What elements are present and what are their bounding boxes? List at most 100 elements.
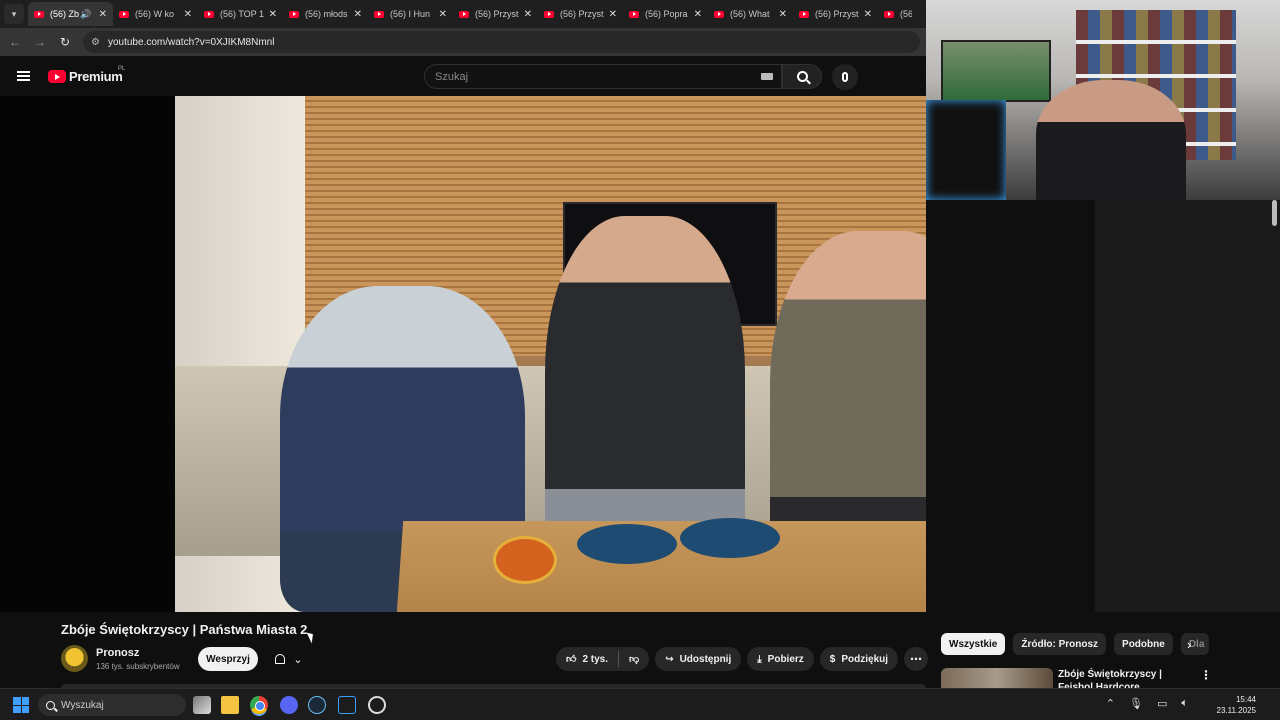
forward-arrow-icon[interactable]: → (30, 35, 50, 49)
close-tab-icon[interactable]: ✕ (99, 9, 107, 20)
app-icon[interactable] (338, 696, 356, 714)
thumbs-down-icon: 👎︎ (629, 654, 640, 665)
youtube-favicon-icon (289, 10, 299, 18)
browser-tab-strip: ▾ (56) Zb 🔊 ✕ (56) W ko ✕ (56) TOP 1 ✕ (56… (0, 0, 926, 28)
browser-tab[interactable]: (56) Popra ✕ (623, 2, 708, 26)
video-plate (577, 524, 677, 564)
channel-avatar[interactable] (61, 645, 88, 672)
video-player[interactable] (0, 96, 926, 612)
tab-title: (56) What (730, 9, 770, 19)
tab-title: (56) Przyst (475, 9, 519, 19)
download-button[interactable]: ⤓ Pobierz (747, 647, 814, 671)
taskbar-search-label: Wyszukaj (61, 699, 104, 711)
back-arrow-icon[interactable]: ← (5, 35, 25, 49)
chip-source[interactable]: Źródło: Pronosz (1013, 633, 1107, 655)
task-view-icon[interactable] (193, 696, 211, 714)
clock[interactable]: 15:44 23.11.2025 (1217, 694, 1256, 716)
video-frame[interactable] (175, 96, 926, 612)
steam-icon[interactable] (308, 696, 326, 714)
browser-tab[interactable]: (56) Na (878, 2, 918, 26)
video-title: Zbóje Świętokrzyscy | Państwa Miasta 2 (61, 622, 308, 637)
recommendation-thumbnail[interactable] (941, 668, 1053, 688)
tab-title: (56) Popra (645, 9, 688, 19)
windows-taskbar: Wyszukaj ⌃ 🎙︎ ▭ 🔈︎ 15:44 23.11.2025 (0, 688, 1280, 720)
video-actions: 👍︎ 2 tys. 👎︎ ↪ Udostępnij ⤓ Pobierz $ Podzię… (556, 647, 929, 671)
discord-icon[interactable] (280, 696, 298, 714)
search-icon (796, 71, 808, 82)
youtube-favicon-icon (714, 10, 724, 18)
close-tab-icon[interactable]: ✕ (269, 9, 277, 20)
thanks-button[interactable]: $ Podziękuj (819, 647, 899, 671)
chevron-down-icon: ⌄ (293, 653, 303, 666)
page-scrollbar[interactable] (1272, 200, 1277, 226)
menu-icon[interactable] (17, 71, 30, 81)
youtube-logo[interactable]: Premium PL (48, 66, 126, 84)
chip-similar[interactable]: Podobne (1114, 633, 1173, 655)
chevron-up-icon[interactable]: ⌃ (1106, 697, 1115, 710)
browser-tab[interactable]: (56) Przyst ✕ (793, 2, 878, 26)
close-tab-icon[interactable]: ✕ (864, 9, 872, 20)
tab-title: (56) Przyst (560, 9, 604, 19)
channel-name[interactable]: Pronosz (96, 647, 139, 659)
network-icon[interactable]: ▭ (1157, 697, 1167, 710)
tab-title: (56) Zb (50, 9, 80, 19)
bell-icon (275, 654, 286, 664)
chip-for-you[interactable]: Dla (1180, 633, 1209, 655)
keyboard-icon[interactable] (761, 73, 773, 80)
close-tab-icon[interactable]: ✕ (354, 9, 362, 20)
close-tab-icon[interactable]: ✕ (779, 9, 787, 20)
browser-tab[interactable]: (56) I Hun ✕ (368, 2, 453, 26)
dislike-button[interactable]: 👎︎ (619, 653, 649, 665)
filter-chips: Wszystkie Źródło: Pronosz Podobne Dla (941, 633, 1209, 655)
like-count: 2 tys. (582, 653, 609, 665)
recommendation-menu-icon[interactable]: ⋮ (1200, 668, 1212, 682)
obs-icon[interactable] (368, 696, 386, 714)
more-actions-button[interactable]: ⋯ (904, 647, 929, 671)
browser-tab[interactable]: (56) młods ✕ (283, 2, 368, 26)
youtube-favicon-icon (544, 10, 554, 18)
speaker-icon[interactable]: 🔊 (80, 9, 91, 20)
browser-tab[interactable]: (56) Zb 🔊 ✕ (28, 2, 113, 26)
browser-tab[interactable]: (56) What ✕ (708, 2, 793, 26)
url-field[interactable]: ⚙ youtube.com/watch?v=0XJIKM8Nmnl (83, 31, 920, 53)
close-tab-icon[interactable]: ✕ (439, 9, 447, 20)
webcam-aquarium (941, 40, 1051, 102)
share-button[interactable]: ↪ Udostępnij (655, 647, 742, 671)
microphone-icon (842, 72, 848, 82)
system-tray: ⌃ 🎙︎ ▭ 🔈︎ (1106, 697, 1188, 710)
download-icon: ⤓ (757, 653, 762, 665)
chevron-right-icon[interactable]: › (1187, 637, 1191, 652)
voice-search-button[interactable] (832, 64, 858, 90)
site-info-icon[interactable]: ⚙ (91, 37, 100, 48)
browser-tab[interactable]: (56) W ko ✕ (113, 2, 198, 26)
close-tab-icon[interactable]: ✕ (609, 9, 617, 20)
chip-all[interactable]: Wszystkie (941, 633, 1006, 655)
search-button[interactable] (782, 64, 822, 89)
like-dislike-group: 👍︎ 2 tys. 👎︎ (556, 647, 650, 671)
volume-icon[interactable]: 🔈︎ (1181, 697, 1188, 710)
country-code: PL (118, 66, 126, 72)
support-button[interactable]: Wesprzyj (198, 647, 258, 671)
close-tab-icon[interactable]: ✕ (184, 9, 192, 20)
windows-start-icon[interactable] (13, 697, 29, 713)
youtube-header: Premium PL Szukaj (0, 56, 926, 96)
close-tab-icon[interactable]: ✕ (524, 9, 532, 20)
browser-tab[interactable]: (56) Przyst ✕ (538, 2, 623, 26)
thanks-icon: $ (829, 653, 836, 665)
download-label: Pobierz (767, 653, 804, 665)
taskbar-search[interactable]: Wyszukaj (38, 694, 186, 716)
tab-title: (56) W ko (135, 9, 175, 19)
search-placeholder: Szukaj (435, 70, 469, 83)
close-tab-icon[interactable]: ✕ (694, 9, 702, 20)
recommendation-title[interactable]: Zbóje Świętokrzyscy | Fejsbol Hardcore (1058, 668, 1184, 688)
microphone-icon[interactable]: 🎙︎ (1129, 697, 1143, 710)
tab-search-button[interactable]: ▾ (4, 4, 24, 24)
browser-tab[interactable]: (56) Przyst ✕ (453, 2, 538, 26)
notifications-button[interactable]: ⌄ (264, 647, 314, 671)
search-input[interactable]: Szukaj (424, 64, 782, 89)
file-explorer-icon[interactable] (221, 696, 239, 714)
reload-icon[interactable]: ↻ (55, 35, 75, 49)
chrome-icon[interactable] (250, 696, 268, 714)
like-button[interactable]: 👍︎ 2 tys. (556, 651, 620, 667)
browser-tab[interactable]: (56) TOP 1 ✕ (198, 2, 283, 26)
